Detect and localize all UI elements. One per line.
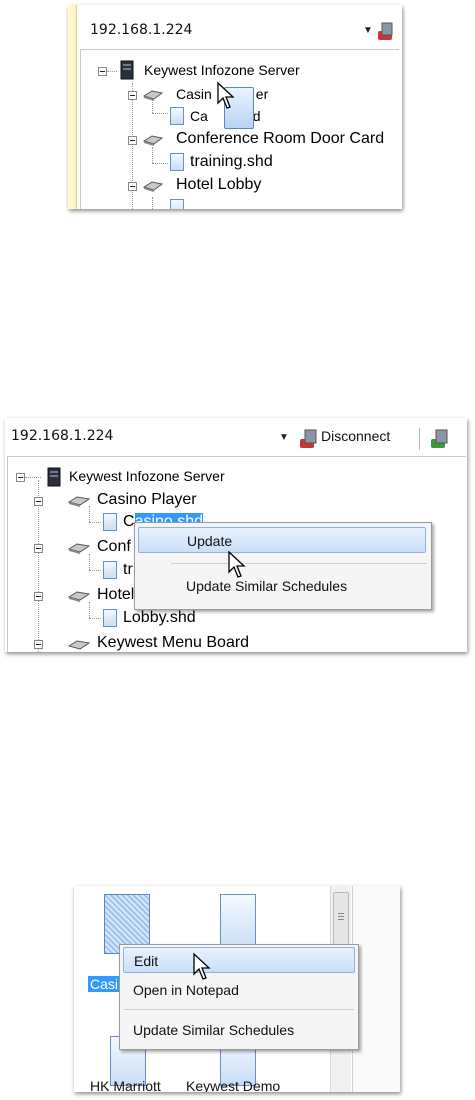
tree-item-keywest-menu-board[interactable]: Keywest Menu Board <box>97 632 249 652</box>
collapse-toggle[interactable] <box>98 67 107 76</box>
tree-line <box>89 506 90 522</box>
scrollbar-thumb[interactable] <box>333 892 349 946</box>
right-pane <box>352 886 400 1092</box>
tree-line <box>152 197 153 209</box>
menu-item-label: Edit <box>134 953 159 969</box>
tree-item-casino-player[interactable]: Casino Player <box>97 489 197 511</box>
tree-item-conference-room[interactable]: Conf <box>97 536 131 558</box>
menu-item-label: Open in Notepad <box>133 982 239 998</box>
tree-line <box>89 618 101 619</box>
toolbar-separator <box>419 428 420 450</box>
tree-item-hotel-lobby[interactable]: Hotel <box>97 584 134 606</box>
mouse-cursor-icon <box>228 550 246 578</box>
tree-line <box>152 163 168 164</box>
collapse-toggle[interactable] <box>34 544 43 553</box>
toolbar-left-edge <box>68 5 77 209</box>
file-icon <box>103 609 117 627</box>
tree-item-lobby-shd[interactable]: Lobby.shd <box>123 607 196 629</box>
address-text: 192.168.1.224 <box>90 22 193 38</box>
file-icon <box>103 561 117 579</box>
tree-line <box>152 147 153 163</box>
tree-item-server[interactable]: Keywest Infozone Server <box>69 465 225 487</box>
drive-icon <box>67 591 91 602</box>
menu-item-update[interactable]: Update <box>138 527 426 553</box>
menu-item-open-notepad[interactable]: Open in Notepad <box>123 977 355 1003</box>
file-icon <box>170 199 184 209</box>
context-menu: Edit Open in Notepad Update Similar Sche… <box>119 944 359 1050</box>
collapse-toggle[interactable] <box>128 182 137 191</box>
file-label-casino[interactable]: Casi <box>88 976 121 992</box>
drive-icon <box>142 90 164 101</box>
drive-icon <box>67 640 91 650</box>
tree-item-training-shd[interactable]: training.shd <box>190 151 273 173</box>
context-menu: Update Update Similar Schedules <box>134 522 432 610</box>
menu-item-update-similar[interactable]: Update Similar Schedules <box>123 1017 355 1043</box>
tree-line <box>89 522 101 523</box>
disconnect-icon[interactable] <box>376 21 396 43</box>
tree-item-label: Ca <box>190 108 208 124</box>
collapse-toggle[interactable] <box>16 473 25 482</box>
file-label-hk-marriott[interactable]: HK Marriott <box>90 1078 161 1092</box>
menu-item-update-similar[interactable]: Update Similar Schedules <box>138 573 426 599</box>
chevron-down-icon[interactable]: ▼ <box>279 432 289 443</box>
file-icon <box>170 153 184 171</box>
collapse-toggle[interactable] <box>34 497 43 506</box>
drive-icon <box>67 496 91 507</box>
mouse-cursor-icon <box>193 952 211 980</box>
panel-drag-tree: 192.168.1.224 ▼ Keywest Infozone Server … <box>68 5 402 209</box>
tree-item-training-shd[interactable]: tr <box>123 559 133 581</box>
tree-line <box>25 477 41 478</box>
menu-separator <box>124 1009 354 1010</box>
tree-line <box>89 570 101 571</box>
tree-line <box>107 71 117 72</box>
address-text[interactable]: 192.168.1.224 <box>11 428 113 444</box>
address-combo[interactable]: 192.168.1.224 ▼ <box>80 19 376 45</box>
menu-item-edit[interactable]: Edit <box>123 947 355 973</box>
tree-item-conference-room[interactable]: Conference Room Door Card <box>176 128 384 150</box>
menu-item-label: Update Similar Schedules <box>186 578 348 594</box>
connect-icon[interactable] <box>429 428 451 450</box>
chevron-down-icon[interactable]: ▼ <box>363 25 373 36</box>
server-icon <box>120 60 134 80</box>
menu-item-label: Update Similar Schedules <box>133 1022 295 1038</box>
disconnect-button[interactable]: Disconnect <box>321 428 390 444</box>
menu-separator <box>171 563 427 564</box>
tree-line <box>89 602 90 618</box>
collapse-toggle[interactable] <box>34 640 43 649</box>
tree-item-label: Casin <box>176 86 212 102</box>
file-icon <box>170 107 184 125</box>
panel-update-tree: 192.168.1.224 ▼ Disconnect Keywest Infoz… <box>5 418 467 652</box>
collapse-toggle[interactable] <box>128 136 137 145</box>
menu-item-label: Update <box>187 533 233 549</box>
drive-icon <box>142 135 164 146</box>
drive-icon <box>67 543 91 554</box>
tree-item-label: C <box>123 513 135 530</box>
file-label-keywest-demo[interactable]: Keywest Demo <box>186 1078 280 1092</box>
tree-line <box>89 554 90 570</box>
drive-icon <box>142 181 164 192</box>
tree-line <box>152 113 168 114</box>
tree-item-server[interactable]: Keywest Infozone Server <box>144 59 300 81</box>
collapse-toggle[interactable] <box>128 91 137 100</box>
panel-file-view: Casi HK Marriott Keywest Demo Edit Open … <box>74 886 400 1092</box>
disconnect-icon[interactable] <box>298 428 320 450</box>
tree-item-hotel-lobby[interactable]: Hotel Lobby <box>176 174 261 196</box>
collapse-toggle[interactable] <box>34 592 43 601</box>
server-icon <box>47 467 61 487</box>
mouse-cursor-icon <box>217 81 235 109</box>
file-icon <box>103 513 117 531</box>
